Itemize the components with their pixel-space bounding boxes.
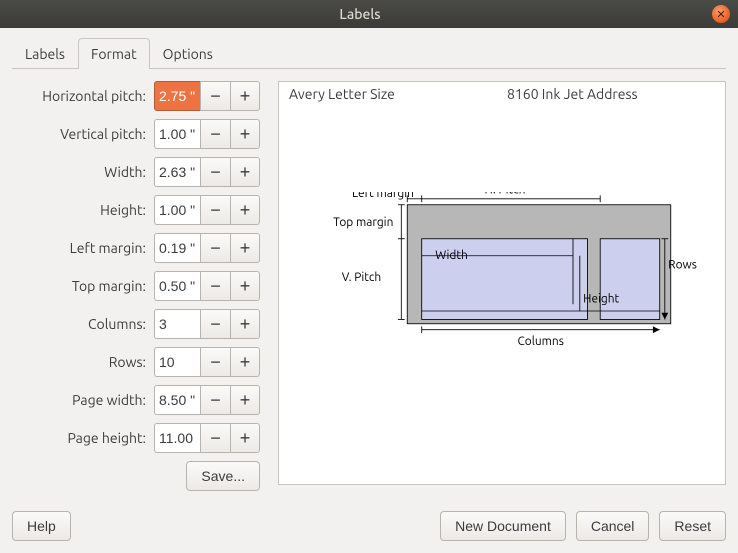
inc-columns[interactable]: + — [230, 309, 260, 339]
inc-top-margin[interactable]: + — [230, 271, 260, 301]
input-height[interactable] — [154, 195, 200, 225]
inc-width[interactable]: + — [230, 157, 260, 187]
dec-vertical-pitch[interactable]: − — [200, 119, 230, 149]
window-titlebar: Labels ✕ — [0, 0, 738, 28]
inc-page-width[interactable]: + — [230, 385, 260, 415]
svg-text:Rows: Rows — [668, 259, 697, 272]
label-height: Height: — [100, 202, 146, 218]
preview-type: 8160 Ink Jet Address — [497, 86, 715, 102]
window-title: Labels — [8, 6, 712, 22]
save-button[interactable]: Save... — [186, 461, 260, 491]
spin-page-height: − + — [154, 423, 260, 453]
dec-columns[interactable]: − — [200, 309, 230, 339]
label-page-width: Page width: — [72, 392, 146, 408]
spin-columns: − + — [154, 309, 260, 339]
input-page-height[interactable] — [154, 423, 200, 453]
inc-rows[interactable]: + — [230, 347, 260, 377]
input-horizontal-pitch[interactable] — [154, 81, 200, 111]
spin-vertical-pitch: − + — [154, 119, 260, 149]
tab-options[interactable]: Options — [150, 38, 226, 69]
dec-page-width[interactable]: − — [200, 385, 230, 415]
svg-text:Top margin: Top margin — [333, 216, 393, 229]
inc-horizontal-pitch[interactable]: + — [230, 81, 260, 111]
svg-text:Width: Width — [435, 249, 468, 262]
help-button[interactable]: Help — [12, 511, 71, 541]
inc-left-margin[interactable]: + — [230, 233, 260, 263]
input-rows[interactable] — [154, 347, 200, 377]
input-width[interactable] — [154, 157, 200, 187]
dec-left-margin[interactable]: − — [200, 233, 230, 263]
input-top-margin[interactable] — [154, 271, 200, 301]
spin-page-width: − + — [154, 385, 260, 415]
label-width: Width: — [104, 164, 146, 180]
close-icon[interactable]: ✕ — [712, 5, 730, 23]
dec-horizontal-pitch[interactable]: − — [200, 81, 230, 111]
label-rows: Rows: — [109, 354, 146, 370]
tab-labels[interactable]: Labels — [12, 38, 78, 69]
label-diagram: Left margin H. Pitch Top margin V. Pitch… — [293, 192, 717, 362]
dec-rows[interactable]: − — [200, 347, 230, 377]
spin-width: − + — [154, 157, 260, 187]
spin-left-margin: − + — [154, 233, 260, 263]
inc-vertical-pitch[interactable]: + — [230, 119, 260, 149]
dialog-footer: Help New Document Cancel Reset — [12, 511, 726, 541]
label-page-height: Page height: — [67, 430, 146, 446]
new-document-button[interactable]: New Document — [440, 511, 566, 541]
svg-text:H. Pitch: H. Pitch — [485, 192, 526, 197]
cancel-button[interactable]: Cancel — [576, 511, 650, 541]
label-horizontal-pitch: Horizontal pitch: — [42, 88, 146, 104]
svg-text:V. Pitch: V. Pitch — [342, 271, 381, 284]
input-columns[interactable] — [154, 309, 200, 339]
label-top-margin: Top margin: — [72, 278, 146, 294]
label-left-margin: Left margin: — [70, 240, 146, 256]
dec-height[interactable]: − — [200, 195, 230, 225]
preview-brand: Avery Letter Size — [289, 86, 497, 102]
dec-top-margin[interactable]: − — [200, 271, 230, 301]
spin-top-margin: − + — [154, 271, 260, 301]
tab-format[interactable]: Format — [78, 38, 150, 69]
svg-text:Left margin: Left margin — [352, 192, 414, 200]
inc-page-height[interactable]: + — [230, 423, 260, 453]
dec-page-height[interactable]: − — [200, 423, 230, 453]
spin-rows: − + — [154, 347, 260, 377]
spin-height: − + — [154, 195, 260, 225]
dec-width[interactable]: − — [200, 157, 230, 187]
reset-button[interactable]: Reset — [659, 511, 726, 541]
input-page-width[interactable] — [154, 385, 200, 415]
tab-bar: Labels Format Options — [12, 38, 726, 69]
input-left-margin[interactable] — [154, 233, 200, 263]
format-fields: Horizontal pitch: − + Vertical pitch: − … — [12, 81, 260, 491]
input-vertical-pitch[interactable] — [154, 119, 200, 149]
svg-text:Columns: Columns — [518, 335, 564, 348]
svg-text:Height: Height — [583, 293, 619, 306]
preview-pane: Avery Letter Size 8160 Ink Jet Address — [278, 81, 726, 485]
spin-horizontal-pitch: − + — [154, 81, 260, 111]
inc-height[interactable]: + — [230, 195, 260, 225]
label-columns: Columns: — [88, 316, 146, 332]
label-vertical-pitch: Vertical pitch: — [60, 126, 146, 142]
